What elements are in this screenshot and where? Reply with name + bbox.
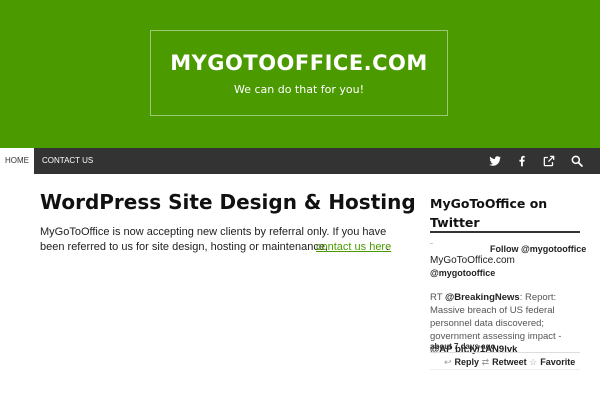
tweet-display-name[interactable]: MyGoToOffice.com bbox=[430, 255, 515, 266]
branding-box: MYGOTOOFFICE.COM We can do that for you! bbox=[150, 30, 448, 116]
tweet-mention[interactable]: @BreakingNews bbox=[445, 292, 520, 303]
retweet-button[interactable]: Retweet bbox=[492, 357, 527, 367]
retweet-icon: ⇄ bbox=[481, 357, 490, 367]
favorite-icon: ☆ bbox=[529, 357, 538, 367]
nav-item-contact-us[interactable]: CONTACT US bbox=[42, 148, 93, 174]
post-title: WordPress Site Design & Hosting bbox=[40, 190, 416, 214]
site-tagline: We can do that for you! bbox=[233, 83, 365, 96]
tweet-avatar-placeholder bbox=[430, 243, 433, 244]
main-navigation: HOME CONTACT US bbox=[0, 148, 600, 174]
twitter-widget-title: MyGoToOffice on Twitter bbox=[430, 196, 548, 230]
facebook-icon[interactable] bbox=[515, 154, 529, 168]
follow-button[interactable]: Follow @mygotooffice bbox=[490, 244, 586, 254]
reply-icon: ↩ bbox=[444, 357, 452, 367]
post-paragraph-line-1: MyGoToOffice is now accepting new client… bbox=[40, 226, 387, 238]
twitter-icon[interactable] bbox=[488, 154, 502, 168]
post-period: . bbox=[386, 241, 390, 253]
contact-us-link[interactable]: contact us here bbox=[316, 241, 391, 253]
tweet-actions: ↩ Reply ⇄ Retweet ☆ Favorite bbox=[444, 357, 575, 368]
site-header: MYGOTOOFFICE.COM We can do that for you! bbox=[0, 0, 600, 148]
reply-button[interactable]: Reply bbox=[455, 357, 480, 367]
tweet-handle[interactable]: @mygotooffice bbox=[430, 268, 495, 278]
external-link-icon[interactable] bbox=[542, 154, 556, 168]
tweet-divider bbox=[430, 352, 580, 353]
post-paragraph-line-2: been referred to us for site design, hos… bbox=[40, 241, 329, 253]
widget-title-divider bbox=[430, 231, 580, 233]
tweet-rt-prefix: RT bbox=[430, 292, 443, 303]
site-title[interactable]: MYGOTOOFFICE.COM bbox=[151, 51, 447, 75]
tweet-timestamp[interactable]: about 7 days ago bbox=[430, 342, 495, 351]
nav-item-home[interactable]: HOME bbox=[0, 148, 34, 174]
search-icon[interactable] bbox=[570, 154, 584, 168]
tweet-bottom-divider bbox=[430, 369, 580, 370]
favorite-button[interactable]: Favorite bbox=[540, 357, 575, 367]
